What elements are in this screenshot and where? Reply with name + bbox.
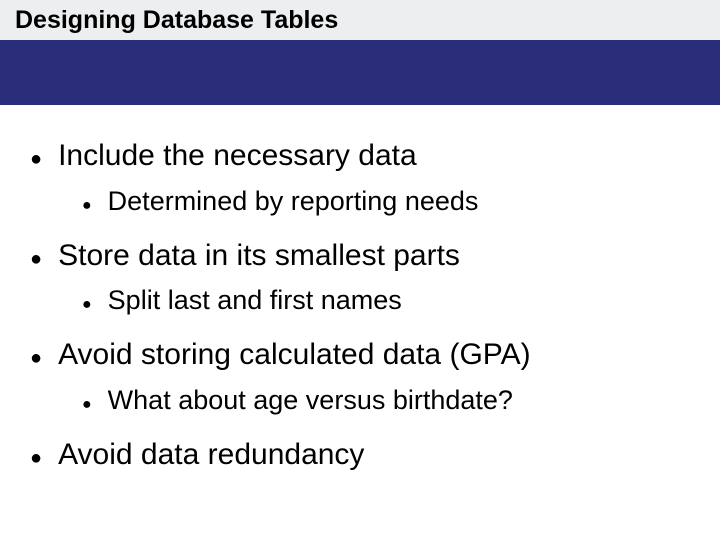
bullet-text: Avoid storing calculated data (GPA) — [58, 336, 530, 374]
list-item: ● Store data in its smallest parts — [20, 237, 700, 275]
bullet-text: Avoid data redundancy — [58, 436, 364, 474]
bullet-icon: ● — [82, 391, 92, 418]
list-item: ● Avoid data redundancy — [20, 436, 700, 474]
bullet-text: Determined by reporting needs — [108, 185, 479, 219]
list-item: ● Include the necessary data — [20, 137, 700, 175]
bullet-text: What about age versus birthdate? — [108, 384, 513, 418]
list-item: ● What about age versus birthdate? — [82, 384, 700, 418]
list-item: ● Determined by reporting needs — [82, 185, 700, 219]
bullet-text: Split last and first names — [108, 284, 402, 318]
list-item: ● Split last and first names — [82, 284, 700, 318]
bullet-text: Store data in its smallest parts — [58, 237, 460, 275]
bullet-icon: ● — [30, 144, 42, 174]
slide-content: ● Include the necessary data ● Determine… — [0, 105, 720, 473]
bullet-icon: ● — [30, 443, 42, 473]
list-item: ● Avoid storing calculated data (GPA) — [20, 336, 700, 374]
bullet-icon: ● — [82, 192, 92, 219]
bullet-icon: ● — [30, 343, 42, 373]
slide-title: Designing Database Tables — [15, 6, 338, 35]
title-bar: Designing Database Tables — [0, 0, 720, 105]
slide: Designing Database Tables ● Include the … — [0, 0, 720, 540]
bullet-icon: ● — [30, 244, 42, 274]
bullet-icon: ● — [82, 291, 92, 318]
bullet-text: Include the necessary data — [58, 137, 417, 175]
